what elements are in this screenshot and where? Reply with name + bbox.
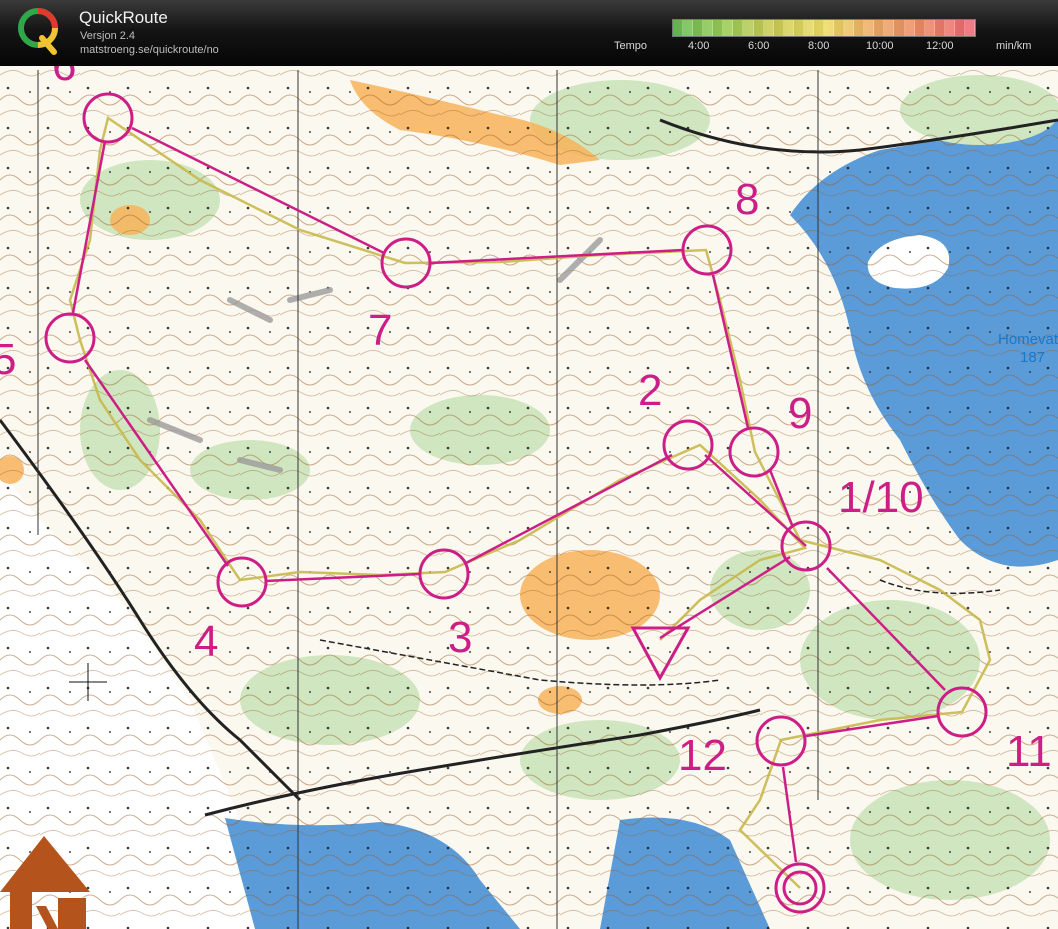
tempo-scale-segment bbox=[753, 20, 764, 36]
tempo-scale-segment bbox=[733, 20, 744, 36]
tempo-color-scale bbox=[672, 19, 976, 37]
tempo-scale-segment bbox=[834, 20, 845, 36]
tempo-scale-segment bbox=[894, 20, 905, 36]
orienteering-map[interactable]: 1/10 2 3 4 5 6 7 8 9 11 12 Homevatn 187 bbox=[0, 66, 1058, 929]
tempo-scale-segment bbox=[924, 20, 935, 36]
tempo-unit: min/km bbox=[996, 40, 1032, 52]
control-number-7: 7 bbox=[368, 306, 392, 355]
tempo-scale-segment bbox=[904, 20, 915, 36]
app-header: QuickRoute Versjon 2.4 matstroeng.se/qui… bbox=[0, 0, 1058, 66]
tempo-scale-segment bbox=[824, 20, 835, 36]
tempo-scale-segment bbox=[693, 20, 704, 36]
tempo-tick: 10:00 bbox=[866, 40, 894, 52]
tempo-scale-segment bbox=[884, 20, 895, 36]
tempo-scale-segment bbox=[844, 20, 855, 36]
tempo-tick: 12:00 bbox=[926, 40, 954, 52]
control-number-9: 9 bbox=[788, 389, 812, 438]
lake-height-label: 187 bbox=[1020, 349, 1045, 366]
tempo-label: Tempo bbox=[614, 40, 648, 52]
control-number-6: 6 bbox=[52, 66, 76, 90]
tempo-scale-segment bbox=[954, 20, 965, 36]
control-number-8: 8 bbox=[735, 175, 759, 224]
tempo-tick: 6:00 bbox=[748, 40, 770, 52]
tempo-scale-segment bbox=[713, 20, 724, 36]
tempo-scale-segment bbox=[934, 20, 945, 36]
tempo-scale-segment bbox=[723, 20, 734, 36]
tempo-scale-segment bbox=[673, 20, 684, 36]
tempo-scale-segment bbox=[944, 20, 955, 36]
tempo-scale-segment bbox=[703, 20, 714, 36]
app-url[interactable]: matstroeng.se/quickroute/no bbox=[80, 44, 219, 56]
tempo-scale-segment bbox=[864, 20, 875, 36]
control-number-1-10: 1/10 bbox=[838, 473, 924, 522]
tempo-tick: 8:00 bbox=[808, 40, 830, 52]
tempo-scale-segment bbox=[763, 20, 774, 36]
tempo-scale-segment bbox=[683, 20, 694, 36]
app-version: Versjon 2.4 bbox=[80, 30, 136, 42]
control-number-11: 11 bbox=[1006, 727, 1052, 776]
tempo-scale-segment bbox=[874, 20, 885, 36]
tempo-tick: 4:00 bbox=[688, 40, 710, 52]
control-number-12: 12 bbox=[678, 731, 727, 780]
control-number-2: 2 bbox=[638, 366, 662, 415]
tempo-scale-segment bbox=[964, 20, 975, 36]
tempo-scale-segment bbox=[803, 20, 814, 36]
tempo-scale-segment bbox=[914, 20, 925, 36]
app-title: QuickRoute bbox=[79, 8, 168, 27]
tempo-scale-segment bbox=[783, 20, 794, 36]
tempo-scale-segment bbox=[793, 20, 804, 36]
lake-name-label: Homevatn bbox=[998, 331, 1058, 348]
map-viewport[interactable]: 1/10 2 3 4 5 6 7 8 9 11 12 Homevatn 187 bbox=[0, 66, 1058, 929]
tempo-scale-segment bbox=[773, 20, 784, 36]
tempo-scale-segment bbox=[813, 20, 824, 36]
tempo-scale-segment bbox=[854, 20, 865, 36]
control-number-4: 4 bbox=[194, 617, 218, 666]
quickroute-logo-icon bbox=[18, 8, 58, 55]
control-number-3: 3 bbox=[448, 613, 472, 662]
control-number-5: 5 bbox=[0, 335, 16, 384]
tempo-scale-segment bbox=[743, 20, 754, 36]
